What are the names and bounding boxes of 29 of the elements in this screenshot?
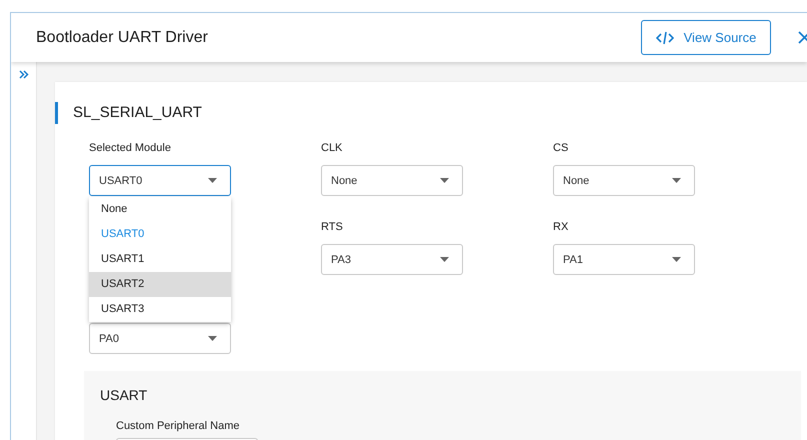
field-label: Custom Peripheral Name xyxy=(116,420,240,432)
window-title: Bootloader UART Driver xyxy=(36,28,209,46)
caret-icon xyxy=(440,257,449,262)
code-icon xyxy=(656,30,674,44)
dropdown-option[interactable]: USART0 xyxy=(89,222,231,247)
dropdown-option[interactable]: USART1 xyxy=(89,247,231,272)
section-title: SL_SERIAL_UART xyxy=(55,102,807,124)
dropdown-select[interactable]: None xyxy=(553,165,695,196)
field-label: RX xyxy=(553,221,570,233)
dropdown-option[interactable]: USART3 xyxy=(89,297,231,322)
field-label: CLK xyxy=(321,142,344,154)
expand-icon[interactable] xyxy=(18,70,28,79)
caret-icon xyxy=(208,178,217,183)
dropdown-select[interactable]: None xyxy=(321,165,463,196)
dropdown-select[interactable]: USART0 xyxy=(89,165,231,196)
view-source-button[interactable]: View Source xyxy=(641,20,771,55)
field-label: RTS xyxy=(321,221,344,233)
dropdown-select[interactable]: PA0 xyxy=(89,323,231,354)
field-label: Selected Module xyxy=(89,142,172,154)
dropdown-select[interactable]: PA1 xyxy=(553,244,695,275)
caret-icon xyxy=(672,178,681,183)
caret-icon xyxy=(208,336,217,341)
caret-icon xyxy=(672,257,681,262)
dropdown-select[interactable]: PA3 xyxy=(321,244,463,275)
caret-icon xyxy=(440,178,449,183)
subsection-title: USART xyxy=(100,387,148,403)
dropdown-option[interactable]: USART2 xyxy=(89,272,231,297)
field-label: CS xyxy=(553,142,570,154)
dropdown-option[interactable]: None xyxy=(89,197,231,222)
